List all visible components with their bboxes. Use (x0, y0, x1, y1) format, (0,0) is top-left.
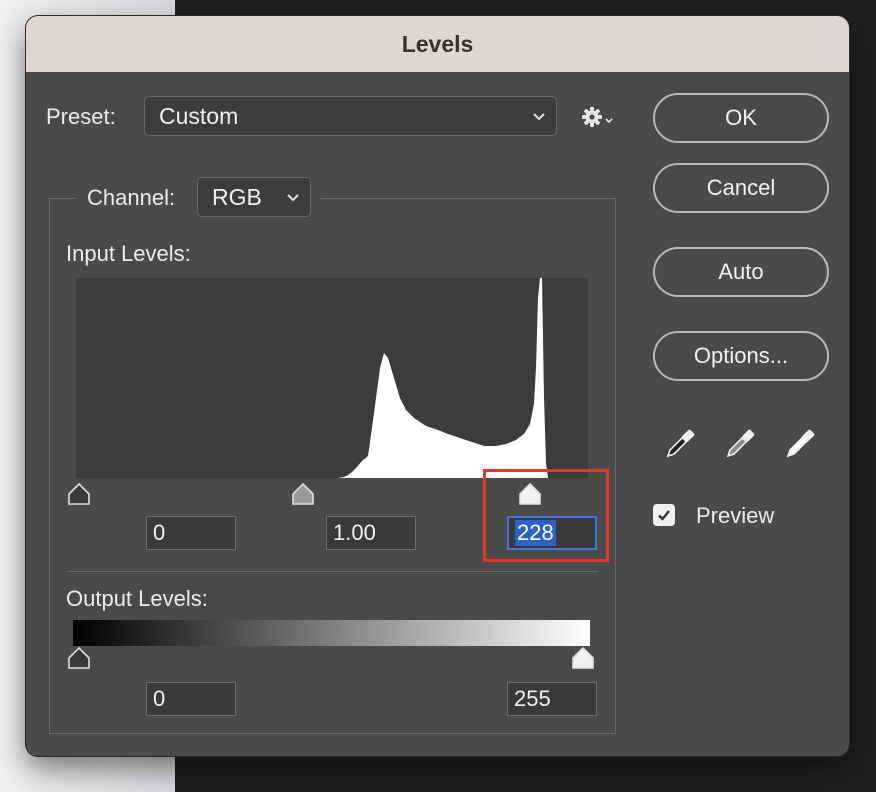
cancel-button[interactable]: Cancel (653, 163, 829, 213)
output-levels-label: Output Levels: (66, 586, 208, 611)
output-gradient-bar (73, 620, 590, 646)
options-button[interactable]: Options... (653, 331, 829, 381)
input-black-field[interactable]: 0 (146, 516, 236, 550)
dialog-title: Levels (26, 16, 849, 72)
channel-dropdown[interactable]: RGB (197, 177, 311, 217)
highlight-annotation (483, 469, 609, 562)
input-levels-label: Input Levels: (66, 241, 191, 266)
preview-label: Preview (696, 503, 775, 528)
input-black-slider[interactable] (66, 482, 92, 506)
chevron-down-icon (533, 113, 545, 121)
chevron-down-icon (287, 194, 299, 202)
levels-dialog: Levels Preset: Custom OK Cancel Auto Opt… (26, 16, 849, 756)
output-black-field[interactable]: 0 (146, 682, 236, 716)
channel-value: RGB (212, 183, 262, 210)
ok-button[interactable]: OK (653, 93, 829, 143)
output-black-slider[interactable] (66, 646, 92, 670)
input-gamma-field[interactable]: 1.00 (326, 516, 416, 550)
eyedropper-black-icon[interactable] (664, 424, 700, 460)
checkmark-icon (658, 510, 670, 521)
histogram (76, 278, 588, 478)
preset-value: Custom (159, 102, 239, 129)
eyedropper-white-icon[interactable] (784, 424, 820, 460)
preview-checkbox[interactable] (653, 504, 675, 526)
auto-button[interactable]: Auto (653, 247, 829, 297)
eyedropper-gray-icon[interactable] (724, 424, 760, 460)
output-white-slider[interactable] (570, 646, 596, 670)
output-white-field[interactable]: 255 (507, 682, 597, 716)
input-gamma-slider[interactable] (290, 482, 316, 506)
gear-icon[interactable] (581, 104, 617, 130)
preset-label: Preset: (46, 104, 116, 129)
channel-label: Channel: (87, 185, 176, 210)
divider (67, 571, 598, 572)
preset-dropdown[interactable]: Custom (144, 96, 557, 136)
